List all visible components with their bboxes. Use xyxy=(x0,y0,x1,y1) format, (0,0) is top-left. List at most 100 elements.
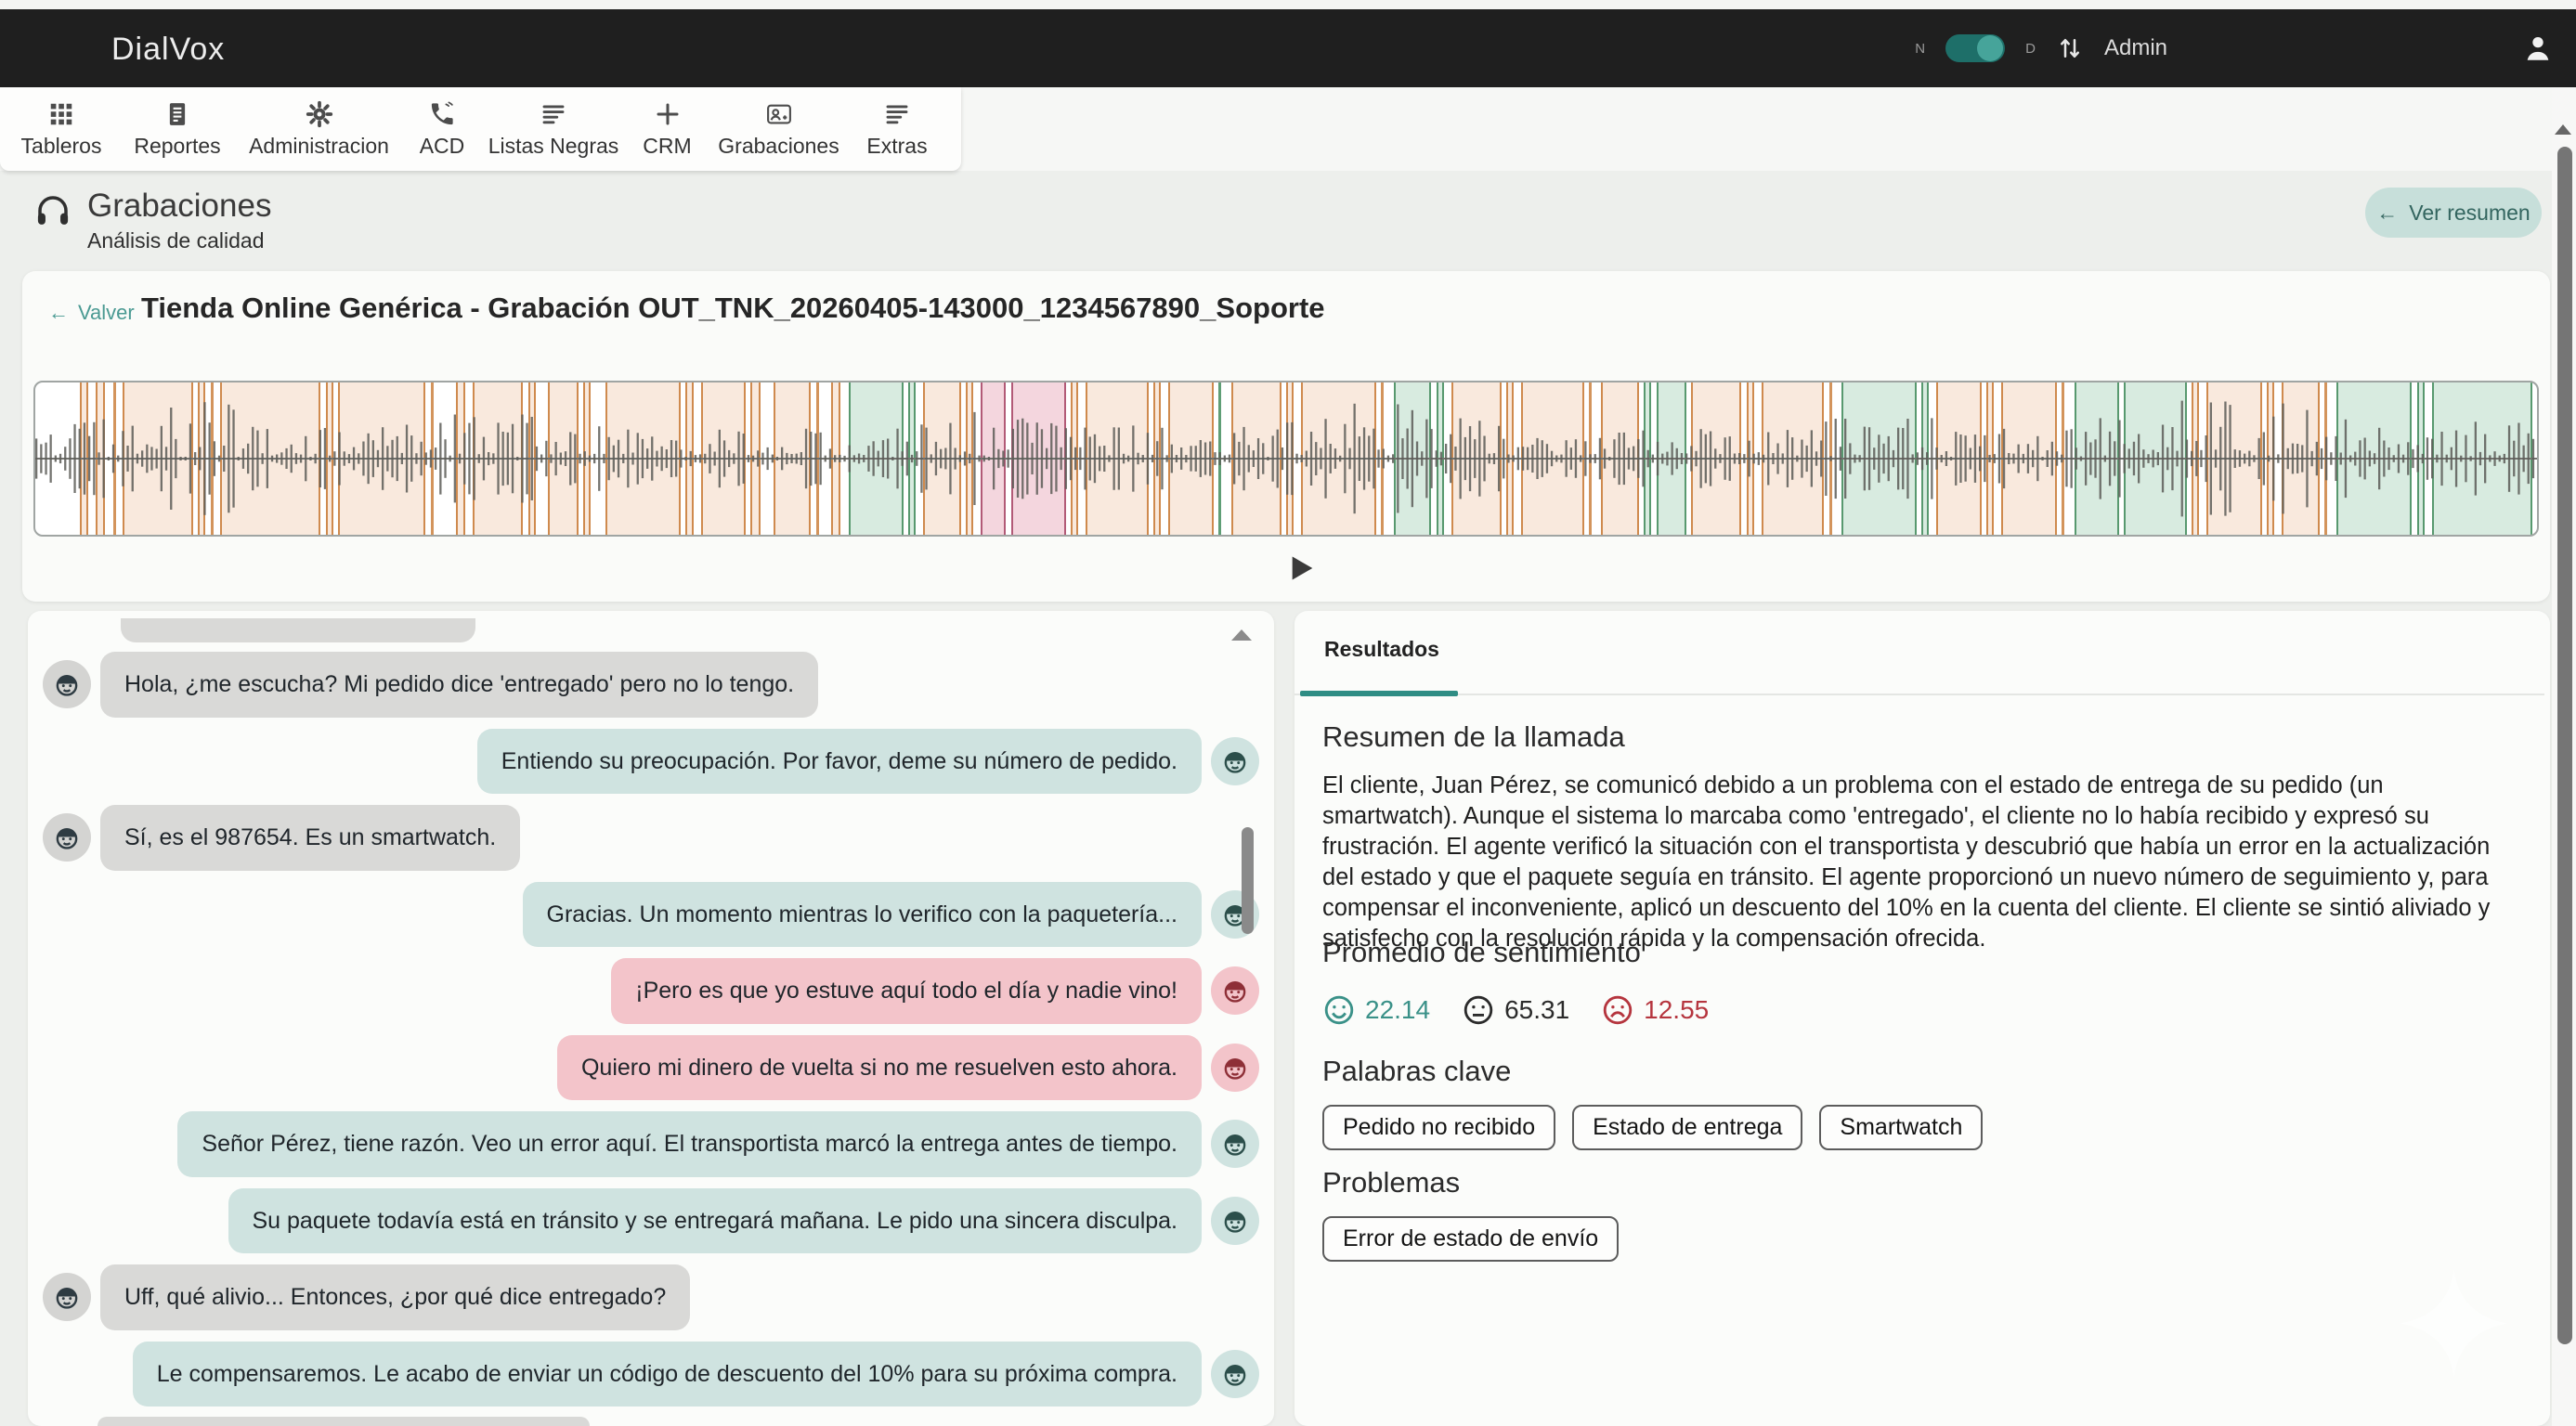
message-list: Hola, ¿me escucha? Mi pedido dice 'entre… xyxy=(43,652,1259,1407)
theme-left-label: N xyxy=(1915,41,1925,57)
message-bubble: ¡Pero es que yo estuve aquí todo el día … xyxy=(611,958,1202,1024)
recording-card: ← Valver Tienda Online Genérica - Grabac… xyxy=(22,271,2550,602)
neutral-face-icon xyxy=(1462,993,1495,1027)
message-row: Señor Pérez, tiene razón. Veo un error a… xyxy=(43,1111,1259,1177)
headphones-icon xyxy=(33,191,72,230)
sentiment-title: Promedio de sentimiento xyxy=(1322,936,1641,969)
keywords-list: Pedido no recibidoEstado de entregaSmart… xyxy=(1322,1105,1983,1150)
clipped-message-top xyxy=(121,618,475,642)
message-bubble: Le compensaremos. Le acabo de enviar un … xyxy=(133,1342,1202,1407)
admin-menu[interactable]: Admin xyxy=(2104,35,2167,61)
problems-list: Error de estado de envío xyxy=(1322,1216,1619,1262)
message-row: Quiero mi dinero de vuelta si no me resu… xyxy=(43,1035,1259,1101)
nav-item-label: Administracion xyxy=(249,134,389,159)
message-row: Gracias. Un momento mientras lo verifico… xyxy=(43,882,1259,948)
chat-scroll-up-arrow[interactable] xyxy=(1231,629,1252,641)
results-panel: Resultados Resumen de la llamada El clie… xyxy=(1295,611,2550,1426)
nav-item-extras[interactable]: Extras xyxy=(846,87,948,171)
play-icon[interactable] xyxy=(1281,550,1319,587)
gear-icon xyxy=(306,100,333,128)
sentiment-avatar-positive xyxy=(1211,737,1259,785)
tab-active-indicator xyxy=(1300,691,1458,696)
problem-chip: Error de estado de envío xyxy=(1322,1216,1619,1262)
nav-item-crm[interactable]: CRM xyxy=(623,87,711,171)
sentiment-avatar-positive xyxy=(1211,1197,1259,1245)
keyword-chip: Pedido no recibido xyxy=(1322,1105,1555,1150)
phone-icon xyxy=(428,100,456,128)
summary-title: Resumen de la llamada xyxy=(1322,720,1625,754)
sentiment-avatar-negative xyxy=(1211,966,1259,1015)
sentiment-positive: 22.14 xyxy=(1322,993,1430,1027)
problems-title: Problemas xyxy=(1322,1166,1460,1199)
nav-row: Tableros Reportes Administracion ACD Listas … xyxy=(0,87,2576,171)
theme-toggle[interactable] xyxy=(1945,34,2005,62)
nav-item-tableros[interactable]: Tableros xyxy=(6,87,117,171)
sentiment-avatar-positive xyxy=(1211,1350,1259,1398)
keyword-chip: Smartwatch xyxy=(1819,1105,1983,1150)
nav-item-grabaciones[interactable]: Grabaciones xyxy=(711,87,846,171)
back-arrow-icon: ← xyxy=(2376,201,2398,226)
toggle-knob xyxy=(1977,35,2003,61)
message-bubble: Uff, qué alivio... Entonces, ¿por qué di… xyxy=(100,1264,690,1330)
message-row: Sí, es el 987654. Es un smartwatch. xyxy=(43,805,1259,871)
page-subtitle: Análisis de calidad xyxy=(87,228,271,253)
message-bubble: Entiendo su preocupación. Por favor, dem… xyxy=(477,729,1202,795)
brand-logo: DialVox xyxy=(111,32,225,68)
sentiment-negative-value: 12.55 xyxy=(1644,995,1709,1025)
page-header: Grabaciones Análisis de calidad xyxy=(33,188,271,253)
tab-resultados[interactable]: Resultados xyxy=(1324,637,1439,662)
recording-title: Tienda Online Genérica - Grabación OUT_T… xyxy=(141,292,1325,325)
sparkle-icon xyxy=(2400,1270,2507,1377)
nav-item-label: Extras xyxy=(866,134,927,159)
page-scrollbar-thumb[interactable] xyxy=(2557,147,2572,1344)
nav-item-label: ACD xyxy=(420,134,465,159)
page-scroll-up-arrow[interactable] xyxy=(2555,124,2571,135)
message-bubble: Hola, ¿me escucha? Mi pedido dice 'entre… xyxy=(100,652,818,718)
message-row: Uff, qué alivio... Entonces, ¿por qué di… xyxy=(43,1264,1259,1330)
view-summary-label: Ver resumen xyxy=(2409,201,2530,226)
summary-text: El cliente, Juan Pérez, se comunicó debi… xyxy=(1322,771,2525,954)
sentiment-avatar-neutral xyxy=(43,660,91,708)
list-icon xyxy=(883,100,911,128)
sentiment-avatar-positive xyxy=(1211,1120,1259,1168)
nav-item-listas-negras[interactable]: Listas Negras xyxy=(484,87,623,171)
sentiment-positive-value: 22.14 xyxy=(1365,995,1430,1025)
nav-item-label: Tableros xyxy=(21,134,102,159)
sentiment-neutral-value: 65.31 xyxy=(1504,995,1569,1025)
topbar: DialVox N D Admin xyxy=(0,9,2576,87)
waveform[interactable] xyxy=(33,381,2539,537)
view-summary-button[interactable]: ← Ver resumen xyxy=(2365,188,2542,238)
chat-scrollbar-thumb[interactable] xyxy=(1242,827,1254,934)
plus-icon xyxy=(654,100,682,128)
top-strip xyxy=(0,0,2576,9)
sentiment-avatar-neutral xyxy=(43,813,91,862)
main-nav: Tableros Reportes Administracion ACD Listas … xyxy=(0,87,961,171)
message-row: Entiendo su preocupación. Por favor, dem… xyxy=(43,729,1259,795)
message-bubble: Quiero mi dinero de vuelta si no me resu… xyxy=(557,1035,1202,1101)
message-row: Hola, ¿me escucha? Mi pedido dice 'entre… xyxy=(43,652,1259,718)
sentiment-avatar-negative xyxy=(1211,1044,1259,1092)
message-row: Su paquete todavía está en tránsito y se… xyxy=(43,1188,1259,1254)
message-bubble: Gracias. Un momento mientras lo verifico… xyxy=(523,882,1202,948)
smiley-face-icon xyxy=(1322,993,1356,1027)
back-link[interactable]: ← Valver xyxy=(48,301,135,325)
list-icon xyxy=(540,100,567,128)
theme-right-label: D xyxy=(2025,41,2036,57)
report-icon xyxy=(163,100,191,128)
recordings-icon xyxy=(765,100,793,128)
user-icon[interactable] xyxy=(2522,32,2554,64)
waveform-bars xyxy=(35,382,2537,535)
transcript-panel: Hola, ¿me escucha? Mi pedido dice 'entre… xyxy=(28,611,1274,1426)
sentiment-neutral: 65.31 xyxy=(1462,993,1569,1027)
sentiment-negative: 12.55 xyxy=(1601,993,1709,1027)
nav-item-label: Reportes xyxy=(134,134,220,159)
nav-item-reportes[interactable]: Reportes xyxy=(117,87,238,171)
page-title: Grabaciones xyxy=(87,188,271,225)
nav-item-acd[interactable]: ACD xyxy=(400,87,484,171)
nav-item-administracion[interactable]: Administracion xyxy=(238,87,400,171)
message-row: ¡Pero es que yo estuve aquí todo el día … xyxy=(43,958,1259,1024)
back-link-label: Valver xyxy=(78,301,135,325)
app-root: DialVox N D Admin Tableros Reportes Admini… xyxy=(0,0,2576,1426)
grid-icon xyxy=(47,100,75,128)
sort-icon[interactable] xyxy=(2056,34,2084,62)
